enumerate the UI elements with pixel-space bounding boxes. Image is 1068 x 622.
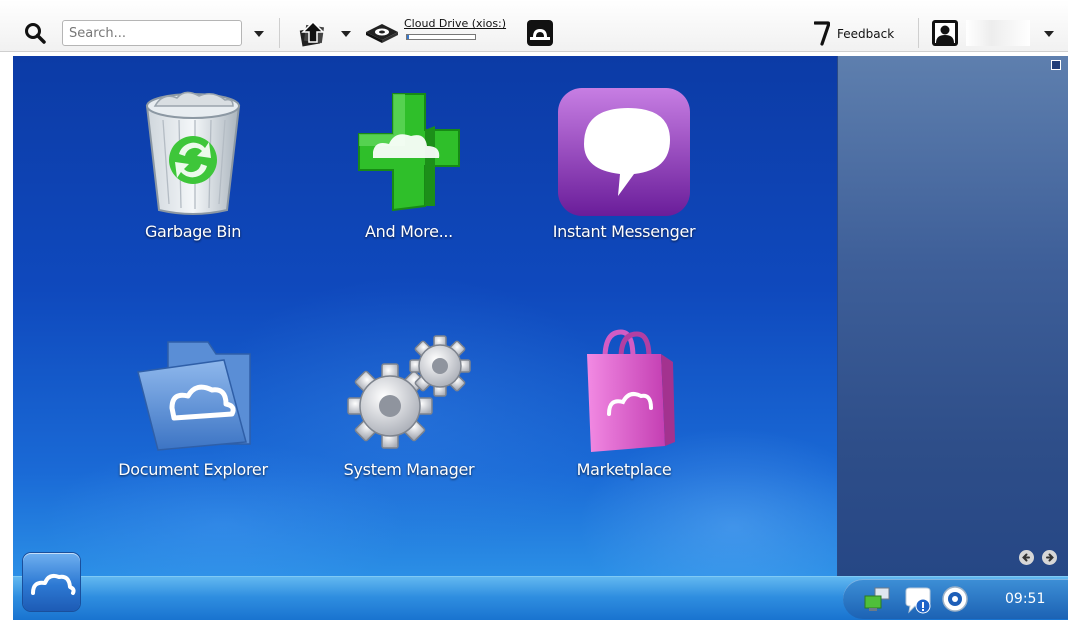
start-button[interactable] (23, 553, 80, 611)
previous-arrow-icon[interactable] (1019, 550, 1034, 565)
app-instant-messenger[interactable]: Instant Messenger (534, 88, 714, 241)
clock[interactable]: 09:51 (1005, 591, 1045, 607)
messenger-icon (558, 88, 690, 216)
garbage-bin-icon (145, 91, 241, 215)
user-name-field[interactable] (966, 20, 1030, 46)
notification-icon[interactable] (903, 587, 933, 615)
taskbar: 09:51 (13, 553, 1068, 621)
app-garbage-bin[interactable]: Garbage Bin (103, 88, 283, 241)
app-system-manager[interactable]: System Manager (319, 332, 499, 479)
app-label: Garbage Bin (144, 222, 242, 241)
app-and-more[interactable]: And More... (319, 90, 499, 241)
drive-icon[interactable] (364, 22, 400, 44)
share-dropdown-chevron-icon[interactable] (341, 31, 351, 37)
system-tray: 09:51 (843, 579, 1068, 619)
network-icon[interactable] (863, 587, 893, 613)
shopping-bag-icon (587, 329, 675, 452)
app-label: And More... (365, 222, 453, 241)
cloud-drive-usage-fill (407, 35, 410, 39)
app-label: Document Explorer (118, 460, 268, 479)
gears-icon (347, 335, 471, 449)
fullscreen-icon[interactable] (526, 19, 554, 47)
user-avatar-icon[interactable] (932, 20, 958, 46)
app-label: Marketplace (576, 460, 672, 479)
plus-icon (358, 93, 460, 212)
feedback-icon[interactable] (814, 20, 830, 46)
cloud-drive-label[interactable]: Cloud Drive (xios:) (404, 17, 506, 30)
settings-icon[interactable] (941, 585, 969, 613)
desktop-area: Garbage Bin And More... Instant Messenge… (13, 56, 837, 576)
share-upload-icon[interactable] (298, 20, 328, 48)
cloud-drive-usage-bar (406, 34, 476, 40)
next-arrow-icon[interactable] (1042, 550, 1057, 565)
search-icon[interactable] (24, 22, 46, 44)
cloud-logo-icon (31, 573, 76, 595)
app-document-explorer[interactable]: Document Explorer (103, 332, 283, 479)
app-marketplace[interactable]: Marketplace (534, 328, 714, 479)
search-input[interactable] (62, 20, 242, 46)
folder-icon (137, 341, 251, 451)
toolbar-separator (279, 18, 280, 48)
side-panel (837, 56, 1068, 576)
toolbar-separator (918, 18, 919, 48)
top-toolbar: Cloud Drive (xios:) Feedback (0, 0, 1068, 52)
user-menu-chevron-icon[interactable] (1044, 31, 1054, 37)
feedback-label[interactable]: Feedback (837, 27, 894, 41)
search-dropdown-chevron-icon[interactable] (254, 31, 264, 37)
maximize-icon[interactable] (1051, 60, 1061, 70)
app-label: Instant Messenger (552, 222, 696, 241)
app-label: System Manager (343, 460, 475, 479)
